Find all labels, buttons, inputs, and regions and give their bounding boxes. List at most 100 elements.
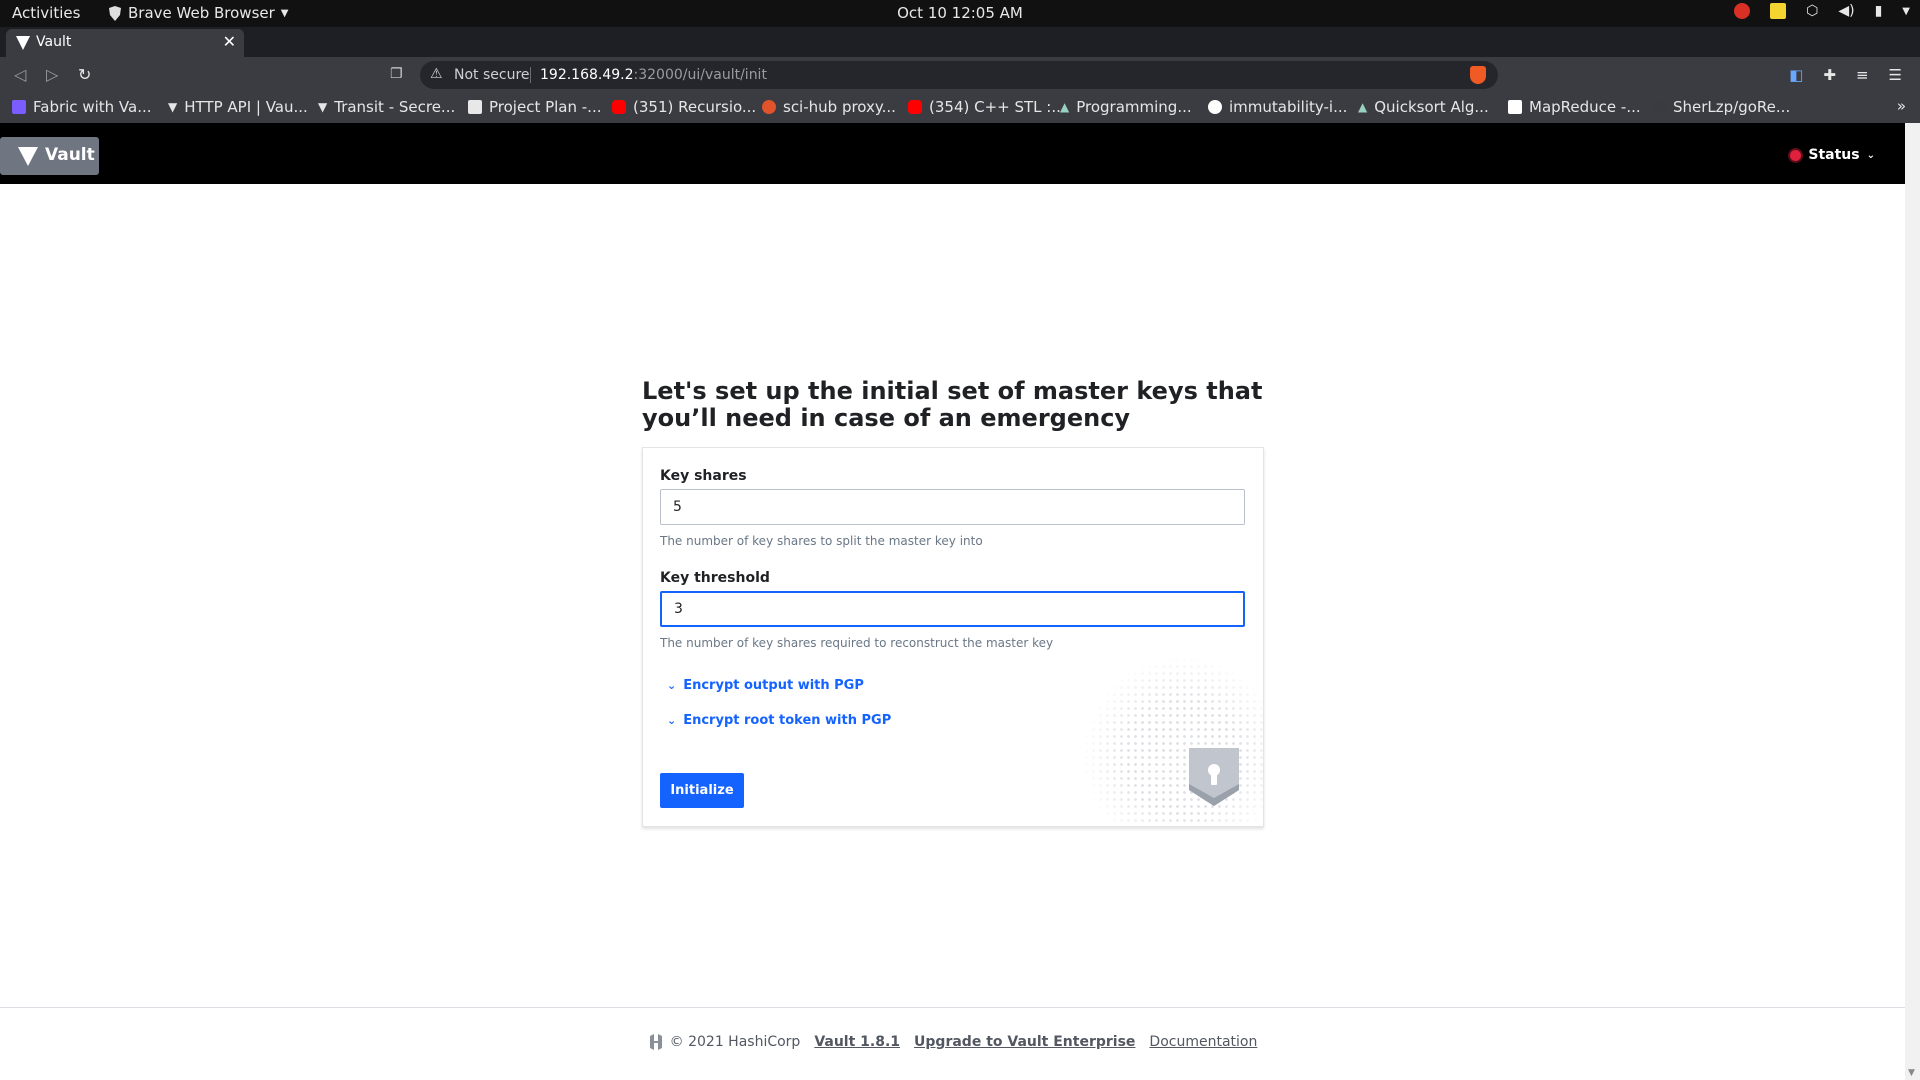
- bookmark-item[interactable]: SherLzp/goRe...: [1652, 98, 1790, 116]
- address-bar[interactable]: ⚠ Not secure 192.168.49.2:32000/ui/vault…: [420, 61, 1498, 89]
- scihub-icon: [762, 100, 776, 114]
- scroll-down-icon[interactable]: ▼: [1908, 1068, 1915, 1078]
- vault-favicon-icon: ▼: [318, 100, 328, 114]
- bookmark-label: Fabric with Va...: [33, 98, 152, 116]
- copyright-text: © 2021 HashiCorp: [669, 1034, 801, 1050]
- brave-lion-icon: [109, 5, 121, 21]
- bookmark-label: HTTP API | Vau...: [184, 98, 308, 116]
- bookmark-label: Project Plan -...: [489, 98, 602, 116]
- key-shares-help: The number of key shares to split the ma…: [660, 534, 983, 548]
- vault-home-link[interactable]: Vault: [0, 137, 99, 175]
- bookmark-item[interactable]: (351) Recursio...: [612, 98, 756, 116]
- bookmark-label: Programming...: [1076, 98, 1192, 116]
- bookmark-item[interactable]: MapReduce -...: [1508, 98, 1641, 116]
- bookmark-item[interactable]: ▼ Transit - Secre...: [318, 98, 455, 116]
- bookmark-item[interactable]: Project Plan -...: [468, 98, 602, 116]
- bookmark-item[interactable]: ▲ Programming...: [1060, 98, 1192, 116]
- vault-logo-icon: [18, 147, 38, 166]
- tab-title: Vault: [36, 34, 72, 50]
- forward-icon[interactable]: ▷: [46, 65, 58, 84]
- bookmark-label: sci-hub proxy...: [783, 98, 896, 116]
- page-title: Let's set up the initial set of master k…: [642, 377, 1263, 432]
- bookmark-item[interactable]: sci-hub proxy...: [762, 98, 896, 116]
- volume-icon[interactable]: ◀): [1838, 3, 1854, 19]
- warning-icon: ⚠: [430, 66, 443, 82]
- mountain-icon: ▲: [1060, 100, 1070, 114]
- system-tray: ⬡ ◀) ▮ ▼: [1734, 3, 1910, 19]
- bookmarks-bar: Fabric with Va... ▼ HTTP API | Vau... ▼ Tr…: [0, 93, 1920, 123]
- vault-logo-label: Vault: [45, 145, 95, 165]
- shield-lock-icon: [1189, 748, 1239, 806]
- key-shares-input[interactable]: [660, 489, 1245, 525]
- bookmark-item[interactable]: ▲ Quicksort Alg...: [1358, 98, 1489, 116]
- key-threshold-label: Key threshold: [660, 570, 770, 586]
- translate-icon[interactable]: ◧: [1789, 66, 1803, 84]
- url-path: :32000/ui/vault/init: [633, 67, 767, 83]
- menu-icon[interactable]: ☰: [1889, 66, 1902, 84]
- not-secure-label[interactable]: Not secure: [454, 67, 530, 83]
- bookmark-item[interactable]: immutability-i...: [1208, 98, 1347, 116]
- bookmark-label: SherLzp/goRe...: [1673, 98, 1791, 116]
- notes-icon[interactable]: [1770, 3, 1787, 19]
- chevron-down-icon: ⌄: [667, 679, 677, 692]
- activities-button[interactable]: Activities: [12, 4, 80, 22]
- chrome-remote-icon[interactable]: [1734, 3, 1751, 19]
- more-bookmarks-icon[interactable]: »: [1897, 97, 1906, 115]
- reload-icon[interactable]: ↻: [78, 65, 91, 84]
- network-icon[interactable]: ⬡: [1806, 3, 1818, 19]
- vault-favicon-icon: ▼: [168, 100, 178, 114]
- caret-down-icon: ▼: [280, 7, 289, 19]
- footer-divider: [0, 1007, 1905, 1008]
- extensions-icon[interactable]: ✚: [1823, 66, 1836, 84]
- tab-strip: Vault ✕ + – ❐ ✕: [0, 27, 1920, 79]
- upgrade-enterprise-link[interactable]: Upgrade to Vault Enterprise: [914, 1034, 1135, 1050]
- system-menu-caret-icon[interactable]: ▼: [1902, 6, 1910, 17]
- battery-icon[interactable]: ▮: [1875, 3, 1883, 19]
- back-icon[interactable]: ◁: [14, 65, 26, 84]
- status-label: Status: [1808, 147, 1860, 163]
- github-icon: [1208, 100, 1222, 114]
- bookmark-icon[interactable]: ❐: [390, 66, 403, 82]
- bookmark-item[interactable]: Fabric with Va...: [12, 98, 152, 116]
- key-threshold-help: The number of key shares required to rec…: [660, 636, 1054, 650]
- init-form-card: Key shares The number of key shares to s…: [642, 447, 1264, 827]
- close-tab-icon[interactable]: ✕: [223, 32, 236, 51]
- app-menu[interactable]: Brave Web Browser ▼: [108, 4, 288, 22]
- documentation-link[interactable]: Documentation: [1149, 1034, 1257, 1050]
- encrypt-output-pgp-toggle[interactable]: ⌄ Encrypt output with PGP: [667, 678, 864, 693]
- url-host: 192.168.49.2: [540, 67, 634, 83]
- github-avatar-icon: [1652, 100, 1666, 114]
- bookmark-item[interactable]: (354) C++ STL :...: [908, 98, 1066, 116]
- youtube-icon: [908, 100, 922, 114]
- status-dot-icon: [1790, 149, 1802, 161]
- key-shares-label: Key shares: [660, 468, 747, 484]
- url-text[interactable]: 192.168.49.2:32000/ui/vault/init: [540, 67, 767, 83]
- initialize-button[interactable]: Initialize: [660, 773, 744, 808]
- vault-favicon-icon: [16, 36, 30, 50]
- encrypt-output-pgp-label: Encrypt output with PGP: [683, 678, 864, 693]
- hashicorp-logo-icon: [649, 1034, 662, 1050]
- clock[interactable]: Oct 10 12:05 AM: [897, 4, 1023, 22]
- doc-favicon-icon: [468, 100, 482, 114]
- page-scrollbar[interactable]: ▼: [1905, 123, 1920, 1080]
- chevron-down-icon: ⌄: [667, 714, 677, 727]
- bookmark-item[interactable]: ▼ HTTP API | Vau...: [168, 98, 308, 116]
- bookmark-label: MapReduce -...: [1529, 98, 1641, 116]
- tab-vault[interactable]: Vault ✕: [6, 29, 244, 57]
- bookmark-label: (354) C++ STL :...: [929, 98, 1066, 116]
- youtube-icon: [612, 100, 626, 114]
- status-menu[interactable]: Status ⌄: [1790, 147, 1875, 163]
- encrypt-root-token-pgp-toggle[interactable]: ⌄ Encrypt root token with PGP: [667, 713, 891, 728]
- bookmark-label: Transit - Secre...: [334, 98, 456, 116]
- encrypt-root-token-pgp-label: Encrypt root token with PGP: [683, 713, 892, 728]
- key-threshold-input[interactable]: [660, 591, 1245, 627]
- bookmark-label: (351) Recursio...: [633, 98, 757, 116]
- brave-shields-icon[interactable]: [1470, 66, 1486, 84]
- vault-navbar: Vault Status ⌄: [0, 123, 1905, 184]
- bookmark-label: immutability-i...: [1229, 98, 1348, 116]
- os-top-bar: Activities Brave Web Browser ▼ Oct 10 12…: [0, 0, 1920, 27]
- toolbar-extensions: ◧ ✚ ≡ ☰: [1789, 66, 1902, 84]
- vault-app: Vault Status ⌄ Let's set up the initial …: [0, 123, 1905, 1080]
- playlist-icon[interactable]: ≡: [1856, 66, 1869, 84]
- vault-version-link[interactable]: Vault 1.8.1: [814, 1034, 900, 1050]
